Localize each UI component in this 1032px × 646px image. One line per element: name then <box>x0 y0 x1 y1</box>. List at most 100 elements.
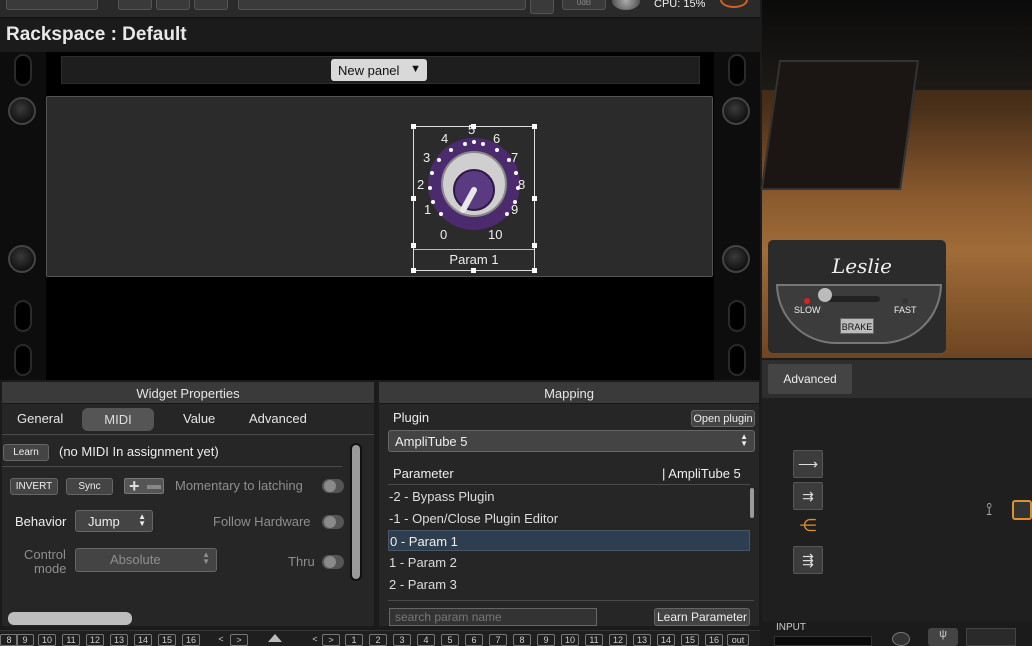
knob-scale-2: 2 <box>417 177 425 192</box>
parameter-row[interactable]: -2 - Bypass Plugin <box>388 486 750 507</box>
knob-label[interactable]: Param 1 <box>414 249 534 270</box>
page-button-left-16[interactable]: 16 <box>182 634 200 646</box>
sync-button[interactable]: Sync <box>66 478 113 495</box>
amp-block-icon[interactable] <box>1012 500 1032 520</box>
parameter-header: Parameter <box>393 466 454 481</box>
learn-parameter-button[interactable]: Learn Parameter <box>654 608 750 626</box>
rack-slot <box>14 344 32 376</box>
page-button-left-10[interactable]: 10 <box>38 634 56 646</box>
toolbar-button-3[interactable] <box>156 0 190 10</box>
page-button-right-13[interactable]: 13 <box>633 634 651 646</box>
invert-button[interactable]: INVERT <box>10 478 58 495</box>
toolbar-button-2[interactable] <box>118 0 152 10</box>
page-button-right-8[interactable]: 8 <box>513 634 531 646</box>
input-gain-knob-icon[interactable] <box>892 632 910 646</box>
midi-assignment-status: (no MIDI In assignment yet) <box>59 444 219 459</box>
prev-page-icon[interactable]: < <box>212 634 230 646</box>
knob-scale-4: 4 <box>441 131 449 146</box>
out-button[interactable]: out <box>727 634 749 646</box>
page-button-right-11[interactable]: 11 <box>585 634 603 646</box>
parameter-row[interactable]: 1 - Param 2 <box>388 552 750 573</box>
page-button-left-14[interactable]: 14 <box>134 634 152 646</box>
parameter-row[interactable]: 2 - Param 3 <box>388 574 750 595</box>
param-knob[interactable] <box>413 126 535 248</box>
plus-minus-toggle[interactable]: + <box>124 476 164 496</box>
control-mode-value: Absolute <box>110 552 161 567</box>
page-button-right-6[interactable]: 6 <box>465 634 483 646</box>
rack-slot <box>728 344 746 376</box>
page-button-right-3[interactable]: 3 <box>393 634 411 646</box>
momentary-toggle[interactable] <box>322 479 344 493</box>
plugin-column-header: | AmpliTube 5 <box>662 466 741 481</box>
page-button-left-13[interactable]: 13 <box>110 634 128 646</box>
rack-screw-icon <box>8 245 36 273</box>
route-split-icon[interactable]: ⋲ <box>796 516 820 540</box>
next-page-icon[interactable]: > <box>230 634 248 646</box>
parameter-row-selected[interactable]: 0 - Param 1 <box>388 530 750 551</box>
tab-midi[interactable]: MIDI <box>82 408 154 431</box>
page-button-left-11[interactable]: 11 <box>62 634 80 646</box>
page-button-right-9[interactable]: 9 <box>537 634 555 646</box>
new-panel-label: New panel <box>338 63 400 78</box>
next-rack-icon[interactable]: > <box>322 634 340 646</box>
properties-hscrollbar[interactable] <box>8 612 132 625</box>
gig-performer-window: 0dB CPU: 15% Rackspace : Default New pan… <box>0 0 1032 646</box>
route-straight-icon[interactable]: ⟶ <box>793 450 823 478</box>
toolbar-button-1[interactable] <box>6 0 98 10</box>
cable-icon: ⟟ <box>986 500 993 519</box>
control-mode-select[interactable]: Absolute ▲ ▼ <box>75 548 217 572</box>
page-button-right-4[interactable]: 4 <box>417 634 435 646</box>
behavior-select[interactable]: Jump ▲ ▼ <box>75 510 153 532</box>
behavior-label: Behavior <box>15 514 67 529</box>
slow-label: SLOW <box>794 305 821 315</box>
page-button-right-14[interactable]: 14 <box>657 634 675 646</box>
leslie-logo: Leslie <box>832 254 893 278</box>
page-button-left-9[interactable]: 9 <box>16 634 34 646</box>
page-button-right-7[interactable]: 7 <box>489 634 507 646</box>
page-button-right-1[interactable]: 1 <box>345 634 363 646</box>
instrument-case-image <box>760 60 920 190</box>
learn-midi-button[interactable]: Learn <box>3 444 49 461</box>
search-param-input[interactable]: search param name <box>389 608 597 626</box>
plugin-select[interactable]: AmpliTube 5 ▲ ▼ <box>388 430 755 452</box>
route-merge-icon[interactable]: ⇉ <box>793 482 823 510</box>
updown-icon: ▲ ▼ <box>138 512 146 528</box>
page-button-right-2[interactable]: 2 <box>369 634 387 646</box>
page-button-left-12[interactable]: 12 <box>86 634 104 646</box>
route-parallel-icon[interactable]: ⇶ <box>793 546 823 574</box>
properties-scrollbar-thumb[interactable] <box>352 445 360 579</box>
tuner-fork-icon[interactable]: ψ <box>928 628 958 646</box>
tab-advanced[interactable]: Advanced <box>249 411 307 426</box>
tab-advanced-plugin[interactable]: Advanced <box>768 364 852 394</box>
tab-value[interactable]: Value <box>183 411 215 426</box>
page-button-left-15[interactable]: 15 <box>158 634 176 646</box>
fast-label: FAST <box>894 305 917 315</box>
fast-led-icon <box>902 298 908 304</box>
widget-properties-title: Widget Properties <box>2 382 374 404</box>
rack-screw-icon <box>722 245 750 273</box>
rack-slot <box>14 54 32 86</box>
new-panel-dropdown[interactable]: New panel ▼ <box>331 59 427 81</box>
updown-icon: ▲ ▼ <box>740 432 748 448</box>
parameter-scrollbar[interactable] <box>750 488 754 518</box>
page-button-right-12[interactable]: 12 <box>609 634 627 646</box>
collapse-up-icon[interactable] <box>268 634 282 642</box>
page-button-right-15[interactable]: 15 <box>681 634 699 646</box>
page-button-right-5[interactable]: 5 <box>441 634 459 646</box>
page-button-right-10[interactable]: 10 <box>561 634 579 646</box>
parameter-row[interactable]: -1 - Open/Close Plugin Editor <box>388 508 750 529</box>
brake-button[interactable]: BRAKE <box>840 318 874 334</box>
page-button-right-16[interactable]: 16 <box>705 634 723 646</box>
thru-toggle[interactable] <box>322 555 344 569</box>
open-plugin-button[interactable]: Open plugin <box>691 410 755 427</box>
rack-screw-icon <box>8 97 36 125</box>
list-bottom-divider <box>388 600 754 601</box>
toolbar-display <box>238 0 526 10</box>
speed-switch-handle[interactable] <box>818 288 832 302</box>
follow-hardware-toggle[interactable] <box>322 515 344 529</box>
toolbar-button-4[interactable] <box>194 0 228 10</box>
rackspace-title: Rackspace : Default <box>6 24 187 45</box>
toolbar-button-5[interactable] <box>530 0 554 14</box>
tab-general[interactable]: General <box>17 411 63 426</box>
plus-icon: + <box>129 476 140 496</box>
